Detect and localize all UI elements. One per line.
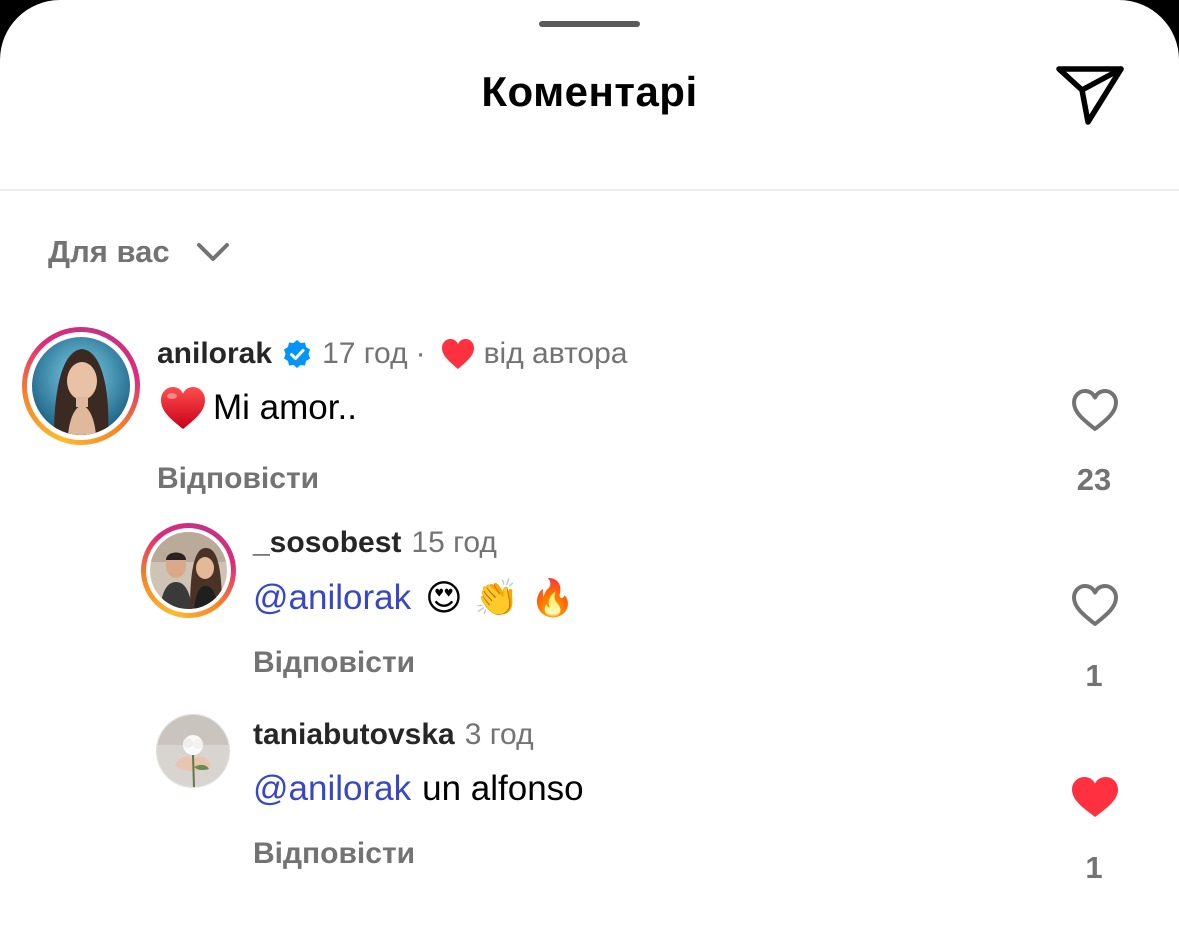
comments-sheet: Коментарі Для вас anilorak 17 год · від …	[0, 0, 1179, 940]
comment-username[interactable]: taniabutovska	[253, 718, 455, 752]
comment-text: Mi amor..	[159, 384, 357, 432]
comment-body: Mi amor..	[213, 388, 357, 427]
filter-label: Для вас	[48, 234, 170, 269]
meta-separator: ·	[415, 337, 426, 370]
comment-emojis: 😍 👏 🔥	[425, 578, 576, 619]
comment-meta: taniabutovska 3 год	[253, 715, 534, 755]
verified-badge-icon	[284, 340, 311, 368]
share-send-icon[interactable]	[1053, 60, 1127, 130]
comment-meta: _sosobest 15 год	[253, 523, 497, 563]
avatar-photo	[150, 532, 227, 609]
comment-username[interactable]: _sosobest	[253, 526, 401, 560]
liked-heart-icon[interactable]	[1070, 774, 1120, 820]
reply-button[interactable]: Відповісти	[253, 837, 415, 871]
comment-text: @anilorak 😍 👏 🔥	[253, 574, 575, 622]
sort-filter-dropdown[interactable]: Для вас	[48, 230, 230, 274]
comment-username[interactable]: anilorak	[157, 337, 272, 371]
reply-button[interactable]: Відповісти	[253, 646, 415, 680]
comment-time: 17 год	[322, 337, 408, 370]
like-count: 1	[1085, 658, 1103, 693]
liked-by-author-heart-icon	[441, 339, 474, 369]
mention-link[interactable]: @anilorak	[253, 769, 411, 809]
red-heart-emoji-icon	[161, 387, 205, 429]
comment-time: 15 год	[411, 526, 497, 559]
avatar-photo	[157, 715, 229, 787]
like-heart-icon[interactable]	[1070, 387, 1120, 433]
page-title: Коментарі	[481, 68, 698, 115]
like-count: 23	[1076, 462, 1112, 497]
liked-by-author-label: від автора	[483, 337, 628, 370]
like-heart-icon[interactable]	[1070, 582, 1120, 628]
avatar[interactable]	[22, 327, 140, 445]
reply-button[interactable]: Відповісти	[157, 462, 319, 496]
header-divider	[0, 189, 1179, 191]
comment-time: 3 год	[464, 718, 534, 751]
avatar[interactable]	[156, 714, 230, 788]
sheet-grabber[interactable]	[539, 21, 640, 27]
mention-link[interactable]: @anilorak	[253, 578, 411, 618]
avatar-photo	[32, 337, 130, 435]
comment-body: un alfonso	[422, 769, 584, 808]
chevron-down-icon	[196, 243, 229, 261]
comment-meta: anilorak 17 год · від автора	[157, 334, 627, 374]
comment-text: @anilorak un alfonso	[253, 765, 584, 813]
avatar[interactable]	[141, 523, 236, 618]
like-count: 1	[1085, 850, 1103, 885]
